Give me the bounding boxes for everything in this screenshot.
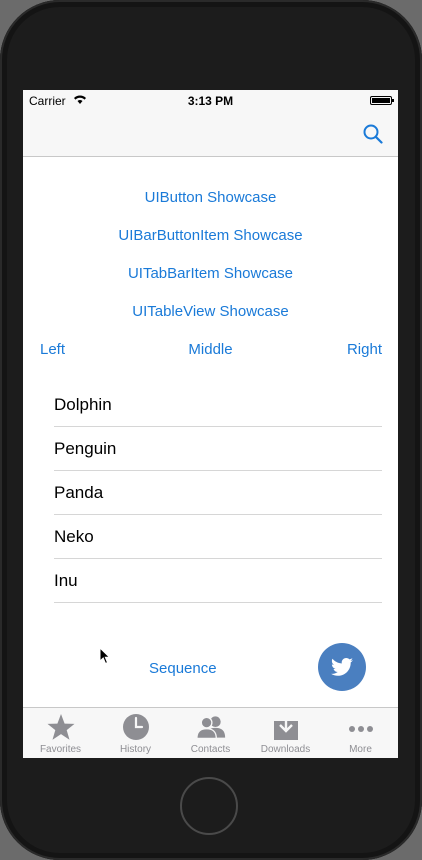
status-time: 3:13 PM — [187, 94, 234, 108]
clock-icon — [122, 714, 149, 740]
sequence-button[interactable]: Sequence — [149, 660, 217, 677]
mouse-cursor-icon — [99, 647, 111, 665]
tab-downloads[interactable]: Downloads — [248, 708, 323, 758]
right-button[interactable]: Right — [347, 341, 382, 358]
tab-label: More — [349, 744, 372, 755]
home-button[interactable] — [180, 777, 238, 835]
tab-label: Downloads — [260, 744, 311, 755]
more-icon — [348, 726, 373, 732]
tab-contacts[interactable]: Contacts — [173, 708, 248, 758]
status-bar: Carrier 3:13 PM — [23, 90, 398, 112]
tab-more[interactable]: More — [323, 708, 398, 758]
battery-icon — [370, 96, 394, 105]
middle-button[interactable]: Middle — [23, 341, 398, 358]
contacts-icon — [195, 716, 225, 740]
uitableview-showcase-button[interactable]: UITableView Showcase — [23, 303, 398, 320]
uibarbuttonitem-showcase-button[interactable]: UIBarButtonItem Showcase — [23, 227, 398, 244]
table-row[interactable]: Inu — [54, 559, 382, 603]
device-frame: Carrier 3:13 PM UIButton Showcase UIBarB… — [0, 0, 422, 860]
phone-screen: Carrier 3:13 PM UIButton Showcase UIBarB… — [23, 90, 398, 758]
tab-label: Contacts — [190, 744, 231, 755]
twitter-icon — [331, 658, 353, 676]
twitter-floating-button[interactable] — [318, 643, 366, 691]
table-row[interactable]: Neko — [54, 515, 382, 559]
tab-label: History — [119, 744, 152, 755]
uibutton-showcase-button[interactable]: UIButton Showcase — [23, 189, 398, 206]
tab-history[interactable]: History — [98, 708, 173, 758]
tab-label: Favorites — [39, 744, 82, 755]
tab-favorites[interactable]: Favorites — [23, 708, 98, 758]
navigation-bar — [23, 112, 398, 157]
tab-bar: Favorites History Contacts Downloads Mor… — [23, 707, 398, 758]
star-icon — [47, 714, 74, 740]
table-row[interactable]: Dolphin — [54, 383, 382, 427]
search-icon[interactable] — [362, 123, 384, 145]
uitabbaritem-showcase-button[interactable]: UITabBarItem Showcase — [23, 265, 398, 282]
table-row[interactable]: Penguin — [54, 427, 382, 471]
table-row[interactable]: Panda — [54, 471, 382, 515]
download-icon — [273, 714, 298, 740]
animal-table: Dolphin Penguin Panda Neko Inu — [54, 383, 382, 603]
